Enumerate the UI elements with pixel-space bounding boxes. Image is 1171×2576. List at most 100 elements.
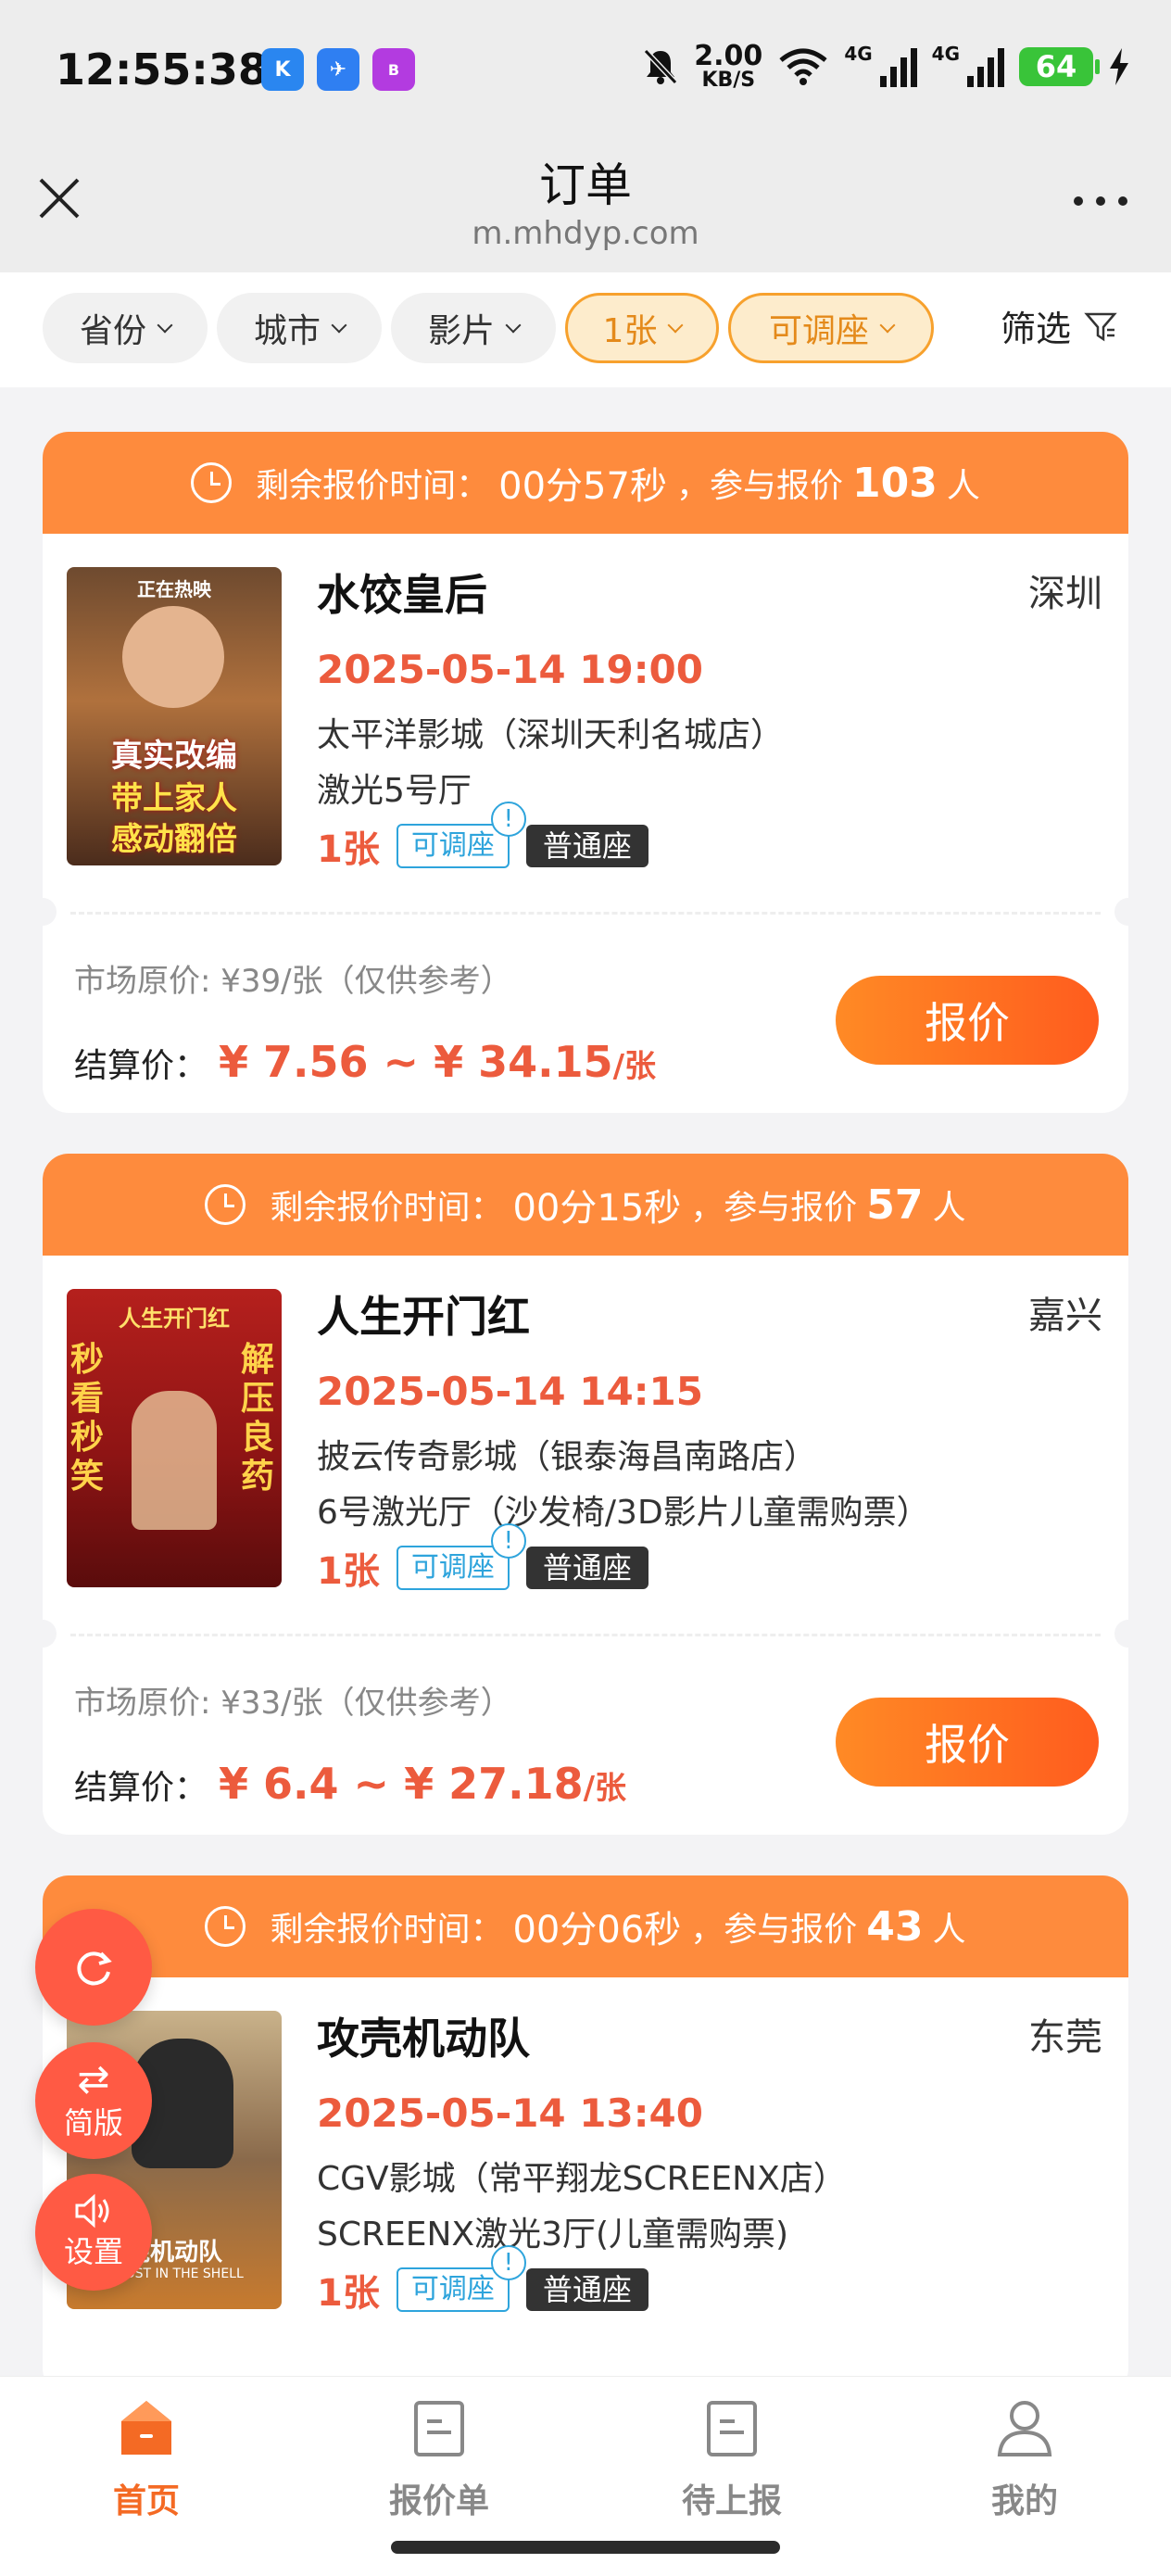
- price-section: 市场原价: ¥39/张（仅供参考） 结算价： ¥ 7.56 ~ ¥ 34.15 …: [43, 916, 1128, 1113]
- adjustable-seat-label: 可调座: [410, 2273, 495, 2305]
- tab-home[interactable]: 首页: [54, 2397, 239, 2522]
- more-options-icon[interactable]: [1064, 187, 1138, 215]
- info-exclamation-icon[interactable]: !: [490, 802, 526, 837]
- countdown-value: 00分06秒: [512, 1909, 682, 1951]
- poster-text: 感动翻倍: [111, 821, 237, 858]
- price-section: 市场原价: ¥33/张（仅供参考） 结算价： ¥ 6.4 ~ ¥ 27.18 /…: [43, 1638, 1128, 1835]
- filter-province[interactable]: 省份: [43, 293, 208, 363]
- market-price: 市场原价: ¥39/张（仅供参考）: [74, 963, 512, 1000]
- order-card: 剩余报价时间： 00分06秒 ，参与报价 43 人 壳机动队 GHOST IN …: [43, 1875, 1128, 2394]
- movie-title: 人生开门红: [317, 1292, 530, 1342]
- page-header: 订单 m.mhdyp.com: [0, 139, 1171, 272]
- filter-city[interactable]: 城市: [217, 293, 382, 363]
- poster-figure: [132, 1391, 217, 1530]
- settle-unit: /张: [612, 1048, 657, 1085]
- info-exclamation-icon[interactable]: !: [490, 2245, 526, 2280]
- quote-button[interactable]: 报价: [836, 976, 1099, 1065]
- showtime: 2025-05-14 19:00: [317, 647, 703, 692]
- movie-poster[interactable]: 人生开门红 秒看秒笑 解压良药: [67, 1289, 282, 1587]
- signal-icon-1: [879, 46, 917, 87]
- simple-mode-button[interactable]: ⇄ 简版: [35, 2042, 152, 2159]
- filter-movie[interactable]: 影片: [391, 293, 556, 363]
- city-label: 嘉兴: [1028, 1294, 1102, 1337]
- chevron-down-icon: [331, 317, 347, 334]
- swap-arrows-icon: ⇄: [77, 2056, 110, 2102]
- filter-bar: 省份 城市 影片 1张 可调座 筛选: [0, 272, 1171, 387]
- order-details: 壳机动队 GHOST IN THE SHELL 攻壳机动队 东莞 2025-05…: [43, 1977, 1128, 2353]
- mute-bell-icon: [644, 48, 678, 85]
- tab-quotes[interactable]: 报价单: [346, 2397, 532, 2522]
- filter-province-label: 省份: [79, 312, 146, 350]
- hall-name: SCREENX激光3厅(儿童需购票): [317, 2216, 789, 2254]
- market-price: 市场原价: ¥33/张（仅供参考）: [74, 1685, 512, 1722]
- participants-count: 43: [866, 1902, 924, 1951]
- poster-figure: [122, 606, 224, 708]
- poster-text: 正在热映: [137, 578, 211, 600]
- home-icon: [121, 2401, 171, 2455]
- chevron-down-icon: [667, 317, 684, 334]
- simple-mode-label: 简版: [63, 2105, 123, 2140]
- poster-text: 真实改编: [111, 738, 237, 775]
- home-indicator[interactable]: [391, 2541, 780, 2554]
- ticket-quantity: 1张: [317, 828, 380, 871]
- tab-pending-label: 待上报: [681, 2482, 782, 2520]
- status-app-icons: K ✈ B: [261, 48, 415, 91]
- bird-app-icon: ✈: [317, 48, 359, 91]
- countdown-banner: 剩余报价时间： 00分06秒 ，参与报价 43 人: [43, 1875, 1128, 1977]
- system-indicators: 2.00 KB/S 4G 4G 64: [642, 43, 1130, 91]
- adjustable-seat-label: 可调座: [410, 829, 495, 862]
- filter-adjustable-seat[interactable]: 可调座: [728, 293, 934, 363]
- participants-suffix: 人: [932, 1189, 966, 1227]
- settle-label: 结算价：: [74, 1769, 208, 1807]
- card-divider: [43, 898, 1128, 926]
- cinema-name: CGV影城（常平翔龙SCREENX店）: [317, 2160, 847, 2198]
- k-app-icon: K: [261, 48, 304, 91]
- seat-type-tag: 普通座: [525, 825, 648, 867]
- ticket-quantity: 1张: [317, 1550, 380, 1593]
- adjustable-seat-tag: 可调座 !: [396, 802, 526, 868]
- tab-pending[interactable]: 待上报: [639, 2397, 825, 2522]
- settings-button[interactable]: 设置: [35, 2174, 152, 2291]
- poster-text: 人生开门红: [119, 1306, 230, 1332]
- order-details: 人生开门红 秒看秒笑 解压良药 人生开门红 嘉兴 2025-05-14 14:1…: [43, 1256, 1128, 1631]
- refresh-icon: [77, 1951, 112, 1986]
- clock-icon: [205, 1906, 246, 1947]
- refresh-button[interactable]: [35, 1909, 152, 2026]
- filter-button[interactable]: 筛选: [1001, 300, 1117, 351]
- quote-button[interactable]: 报价: [836, 1698, 1099, 1787]
- poster-text: 秒看秒笑: [70, 1341, 105, 1496]
- settings-label: 设置: [63, 2234, 123, 2269]
- city-label: 深圳: [1028, 573, 1102, 615]
- participants-count: 103: [851, 459, 938, 507]
- info-exclamation-icon[interactable]: !: [490, 1523, 526, 1559]
- countdown-value: 00分57秒: [498, 465, 667, 508]
- settle-range: ¥ 7.56 ~ ¥ 34.15: [219, 1037, 613, 1087]
- movie-poster[interactable]: 正在热映 真实改编 带上家人 感动翻倍: [67, 567, 282, 865]
- net-speed: 2.00 KB/S: [694, 43, 762, 91]
- movie-title: 水饺皇后: [317, 570, 487, 620]
- hall-name: 6号激光厅（沙发椅/3D影片儿童需购票）: [317, 1494, 930, 1532]
- chevron-down-icon: [157, 317, 173, 334]
- participants-prefix: ，参与报价: [690, 1189, 858, 1227]
- document-icon: [414, 2401, 464, 2456]
- filter-city-label: 城市: [253, 312, 321, 350]
- adjustable-seat-tag: 可调座 !: [396, 1523, 526, 1590]
- poster-text: 带上家人: [111, 780, 237, 817]
- countdown-prefix: 剩余报价时间：: [256, 467, 490, 505]
- participants-prefix: ，参与报价: [675, 467, 843, 505]
- filter-quantity[interactable]: 1张: [565, 293, 719, 363]
- seat-type-tag: 普通座: [525, 1547, 648, 1589]
- ticket-quantity: 1张: [317, 2272, 380, 2315]
- countdown-value: 00分15秒: [512, 1187, 682, 1230]
- tab-mine[interactable]: 我的: [932, 2397, 1117, 2522]
- net-speed-value: 2.00: [694, 40, 763, 72]
- filter-button-label: 筛选: [1000, 309, 1071, 349]
- showtime: 2025-05-14 14:15: [317, 1369, 703, 1414]
- ticket-tags: 1张 可调座 ! 普通座: [317, 802, 648, 873]
- battery-indicator: 64: [1019, 47, 1100, 86]
- countdown-banner: 剩余报价时间： 00分57秒 ，参与报价 103 人: [43, 432, 1128, 534]
- city-label: 东莞: [1028, 2016, 1102, 2059]
- seat-type-tag: 普通座: [525, 2268, 648, 2311]
- tab-home-label: 首页: [112, 2482, 180, 2520]
- clock-icon: [191, 462, 233, 503]
